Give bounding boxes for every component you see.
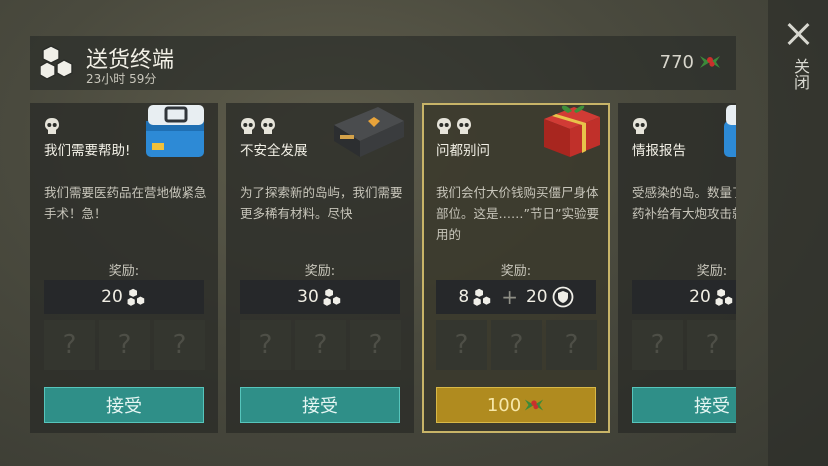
card-description: 受感染的岛。数量了。需要医药补给有大炮攻击就更好 bbox=[632, 185, 736, 221]
item-slot[interactable]: ? bbox=[687, 320, 736, 370]
delivery-card[interactable]: 我们需要帮助! 我们需要医药品在营地做紧急手术！急！ 奖励: 20 ? ? ? … bbox=[30, 103, 218, 433]
item-slot[interactable]: ? bbox=[295, 320, 346, 370]
reward-value: 8 bbox=[458, 287, 470, 307]
item-slot[interactable]: ? bbox=[154, 320, 205, 370]
card-description: 为了探索新的岛屿，我们需要更多稀有材料。尽快 bbox=[240, 185, 403, 221]
reward-box: 8 + 20 bbox=[436, 280, 596, 314]
item-slot[interactable]: ? bbox=[632, 320, 683, 370]
accept-button[interactable]: 接受 bbox=[44, 387, 204, 423]
item-slots: ? ? ? bbox=[632, 320, 736, 370]
reward-value: 20 bbox=[101, 287, 123, 307]
crates-icon bbox=[473, 287, 492, 307]
card-description: 我们会付大价钱购买僵尸身体部位。这是……”节日”实验要用的 bbox=[436, 185, 599, 242]
accept-button[interactable]: 接受 bbox=[240, 387, 400, 423]
reward-value: 30 bbox=[297, 287, 319, 307]
reward-box: 20 bbox=[44, 280, 204, 314]
reward-label: 奖励: bbox=[696, 264, 728, 279]
delivery-card[interactable]: 情报报告 受感染的岛。数量了。需要医药补给有大炮攻击就更好 奖励: 20 ? ?… bbox=[618, 103, 736, 433]
holly-icon bbox=[700, 56, 720, 68]
reward-box: 30 bbox=[240, 280, 400, 314]
crates-icon bbox=[322, 287, 342, 307]
holly-icon bbox=[525, 399, 544, 411]
medical-cooler-image bbox=[146, 105, 204, 157]
item-slots: ? ? ? bbox=[436, 320, 597, 370]
skull-icon bbox=[241, 118, 255, 134]
item-slot[interactable]: ? bbox=[99, 320, 150, 370]
crates-icon bbox=[126, 287, 146, 307]
currency-count: 770 bbox=[659, 52, 694, 73]
item-slot[interactable]: ? bbox=[44, 320, 95, 370]
difficulty bbox=[44, 117, 60, 135]
item-slot[interactable]: ? bbox=[350, 320, 401, 370]
crates-icon bbox=[714, 287, 734, 307]
skull-icon bbox=[45, 118, 59, 134]
buy-button[interactable]: 100 bbox=[436, 387, 596, 423]
item-slot[interactable]: ? bbox=[491, 320, 542, 370]
card-title: 情报报告 bbox=[632, 143, 686, 159]
buy-price: 100 bbox=[486, 394, 522, 416]
reward-label: 奖励: bbox=[500, 264, 532, 279]
difficulty bbox=[436, 117, 472, 135]
timer-text: 23小时 59分 bbox=[86, 72, 157, 86]
card-title: 我们需要帮助! bbox=[44, 143, 131, 159]
shield-token-icon bbox=[552, 286, 574, 308]
crates-icon bbox=[40, 45, 73, 80]
delivery-card-selected[interactable]: 问都别问 我们会付大价钱购买僵尸身体部位。这是……”节日”实验要用的 奖励: 8… bbox=[422, 103, 610, 433]
card-title: 不安全发展 bbox=[240, 143, 308, 159]
item-slot[interactable]: ? bbox=[240, 320, 291, 370]
accept-button[interactable]: 接受 bbox=[632, 387, 736, 423]
sidebar: 关闭 bbox=[768, 0, 828, 466]
item-slots: ? ? ? bbox=[44, 320, 205, 370]
item-slot[interactable]: ? bbox=[436, 320, 487, 370]
delivery-cards: 我们需要帮助! 我们需要医药品在营地做紧急手术！急！ 奖励: 20 ? ? ? … bbox=[30, 103, 736, 435]
skull-icon bbox=[457, 118, 471, 134]
skull-icon bbox=[437, 118, 451, 134]
reward-label: 奖励: bbox=[304, 264, 336, 279]
item-slots: ? ? ? bbox=[240, 320, 401, 370]
reward-box: 20 bbox=[632, 280, 736, 314]
skull-icon bbox=[261, 118, 275, 134]
close-label[interactable]: 关闭 bbox=[787, 58, 810, 90]
card-title: 问都别问 bbox=[436, 143, 490, 159]
gift-box-image bbox=[544, 105, 600, 157]
item-slot[interactable]: ? bbox=[546, 320, 597, 370]
difficulty bbox=[240, 117, 276, 135]
close-icon[interactable] bbox=[784, 20, 812, 48]
reward-value-2: 20 bbox=[525, 287, 548, 307]
delivery-card[interactable]: 不安全发展 为了探索新的岛屿，我们需要更多稀有材料。尽快 奖励: 30 ? ? … bbox=[226, 103, 414, 433]
reward-label: 奖励: bbox=[108, 264, 140, 279]
difficulty bbox=[632, 117, 648, 135]
weapon-case-image bbox=[334, 107, 404, 157]
skull-icon bbox=[633, 118, 647, 134]
card-description: 我们需要医药品在营地做紧急手术！急！ bbox=[44, 185, 207, 221]
plus-sign: + bbox=[501, 285, 518, 309]
header-bar: 送货终端 23小时 59分 770 bbox=[30, 36, 736, 90]
reward-value: 20 bbox=[689, 287, 711, 307]
